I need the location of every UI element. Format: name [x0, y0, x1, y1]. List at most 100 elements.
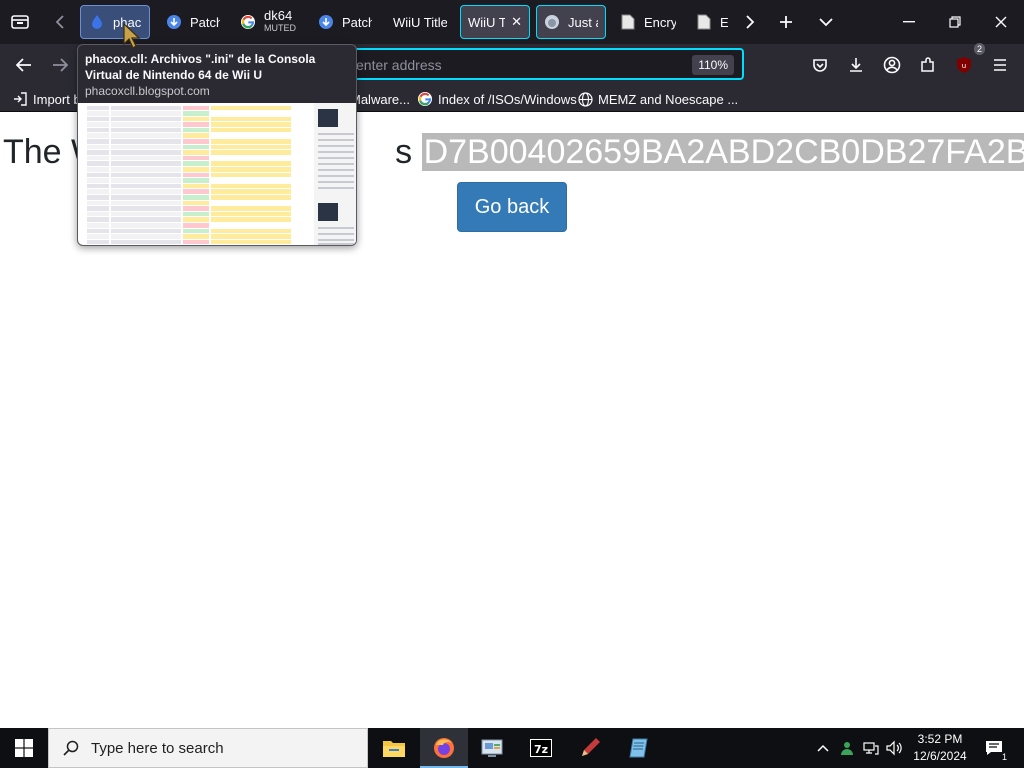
thumbnail-cell	[87, 239, 109, 245]
new-tab-icon[interactable]	[770, 0, 802, 44]
thumbnail-cell	[87, 200, 109, 206]
heading-suffix: s	[395, 133, 413, 171]
windows-start-icon[interactable]	[0, 728, 48, 768]
zoom-level-button[interactable]: 110%	[692, 55, 734, 75]
thumbnail-cell	[183, 239, 209, 245]
list-all-tabs-icon[interactable]	[810, 0, 842, 44]
extensions-puzzle-icon[interactable]	[912, 49, 944, 81]
thumbnail-cell	[111, 222, 181, 228]
globe-icon	[577, 91, 593, 107]
taskbar-search-box[interactable]: Type here to search	[48, 728, 368, 768]
thumbnail-cell	[183, 222, 209, 228]
thumbnail-cell	[87, 211, 109, 217]
thumbnail-cell	[211, 228, 291, 234]
thumbnail-cell	[211, 122, 291, 127]
notepad-icon[interactable]	[615, 728, 663, 768]
downloads-icon[interactable]	[840, 49, 872, 81]
thumbnail-cell	[183, 178, 209, 183]
thumbnail-cell	[183, 183, 209, 189]
pencil-app-icon[interactable]	[566, 728, 614, 768]
thumbnail-cell	[211, 239, 291, 245]
bookmark-label: Import b	[33, 91, 81, 107]
tab-strip: phacox Patch dk64 MUTED Patch	[0, 0, 1024, 44]
scroll-tabs-left-icon[interactable]	[46, 0, 74, 44]
thumbnail-cell	[111, 200, 181, 206]
firefox-view-icon[interactable]	[4, 0, 36, 44]
go-back-button[interactable]: Go back	[457, 182, 567, 232]
bookmark-label: MEMZ and Noescape ...	[598, 91, 739, 107]
thumbnail-text-line	[318, 139, 354, 141]
thumbnail-cell	[183, 105, 209, 111]
bookmark-malware[interactable]: Malware...	[350, 90, 410, 108]
close-tab-icon[interactable]: ✕	[511, 14, 522, 30]
bookmark-label: Malware...	[350, 91, 410, 107]
tooltip-url: phacoxcll.blogspot.com	[85, 84, 210, 98]
thumbnail-cell	[87, 139, 109, 144]
taskbar-clock[interactable]: 3:52 PM 12/6/2024	[908, 731, 972, 765]
tab-patch-2[interactable]: Patch	[310, 5, 380, 39]
tab-patch-1[interactable]: Patch	[158, 5, 228, 39]
thumbnail-cell	[183, 172, 209, 178]
title-key-highlighted[interactable]: D7B00402659BA2ABD2CB0DB27FA2B656	[421, 133, 1024, 171]
thumbnail-cell	[183, 195, 209, 200]
back-arrow-icon[interactable]	[8, 49, 40, 81]
bookmark-memz[interactable]: MEMZ and Noescape ...	[577, 90, 738, 108]
thumbnail-cell	[87, 183, 109, 189]
tab-just-a[interactable]: Just a	[536, 5, 606, 39]
blue-drop-icon	[89, 14, 105, 30]
thumbnail-cell	[211, 139, 291, 144]
show-hidden-icons-chevron-icon[interactable]	[812, 728, 834, 768]
thumbnail-cell	[111, 234, 181, 239]
control-panel-icon[interactable]	[468, 728, 516, 768]
tab-wiiu-title[interactable]: WiiU Title	[385, 5, 455, 39]
thumbnail-cell	[211, 127, 291, 133]
thumbnail-cell	[183, 167, 209, 172]
thumbnail-cell	[87, 189, 109, 194]
bookmark-import[interactable]: Import b	[12, 90, 81, 108]
thumbnail-cell	[183, 116, 209, 122]
network-icon[interactable]	[860, 728, 882, 768]
tab-dk64[interactable]: dk64 MUTED	[232, 5, 304, 39]
restore-icon[interactable]	[932, 0, 978, 44]
file-explorer-icon[interactable]	[370, 728, 418, 768]
tab-enc[interactable]: Enc	[688, 5, 736, 39]
notifications-icon[interactable]: 1	[976, 728, 1012, 768]
thumbnail-cell	[211, 155, 291, 161]
ublock-shield-icon[interactable]: u 2	[948, 43, 985, 81]
hamburger-menu-icon[interactable]	[984, 49, 1016, 81]
forward-arrow-icon[interactable]	[44, 49, 76, 81]
pocket-icon[interactable]	[804, 49, 836, 81]
tab-label: Enc	[720, 14, 728, 30]
thumbnail-image	[318, 109, 338, 127]
thumbnail-cell	[111, 189, 181, 194]
tab-encry[interactable]: Encry	[612, 5, 684, 39]
thumbnail-cell	[87, 161, 109, 167]
thumbnail-cell	[111, 122, 181, 127]
thumbnail-cell	[87, 133, 109, 139]
thumbnail-cell	[111, 228, 181, 234]
tab-wiiu-active[interactable]: WiiU Ti ✕	[460, 5, 530, 39]
thumbnail-cell	[211, 116, 291, 122]
search-placeholder: Type here to search	[91, 739, 224, 757]
tab-label: Just a	[568, 14, 598, 30]
close-window-icon[interactable]	[978, 0, 1024, 44]
thumbnail-cell	[183, 150, 209, 155]
thumbnail-text-line	[318, 227, 354, 229]
tab-label: WiiU Ti	[468, 14, 506, 30]
thumbnail-text-line	[318, 133, 354, 135]
thumbnail-cell	[87, 178, 109, 183]
firefox-taskbar-icon[interactable]	[420, 728, 468, 768]
account-icon[interactable]	[876, 49, 908, 81]
7zip-icon[interactable]: 7z	[517, 728, 565, 768]
screen: phacox Patch dk64 MUTED Patch	[0, 0, 1024, 768]
scroll-tabs-right-icon[interactable]	[738, 0, 762, 44]
people-tray-icon[interactable]	[836, 728, 858, 768]
thumbnail-cell	[183, 211, 209, 217]
thumbnail-cell	[183, 161, 209, 167]
minimize-icon[interactable]	[886, 0, 932, 44]
thumbnail-cell	[87, 206, 109, 211]
volume-icon[interactable]	[884, 728, 906, 768]
bookmark-index-isos[interactable]: Index of /ISOs/Windows	[417, 90, 577, 108]
thumbnail-cell	[211, 133, 291, 139]
tab-label: dk64	[264, 10, 293, 22]
